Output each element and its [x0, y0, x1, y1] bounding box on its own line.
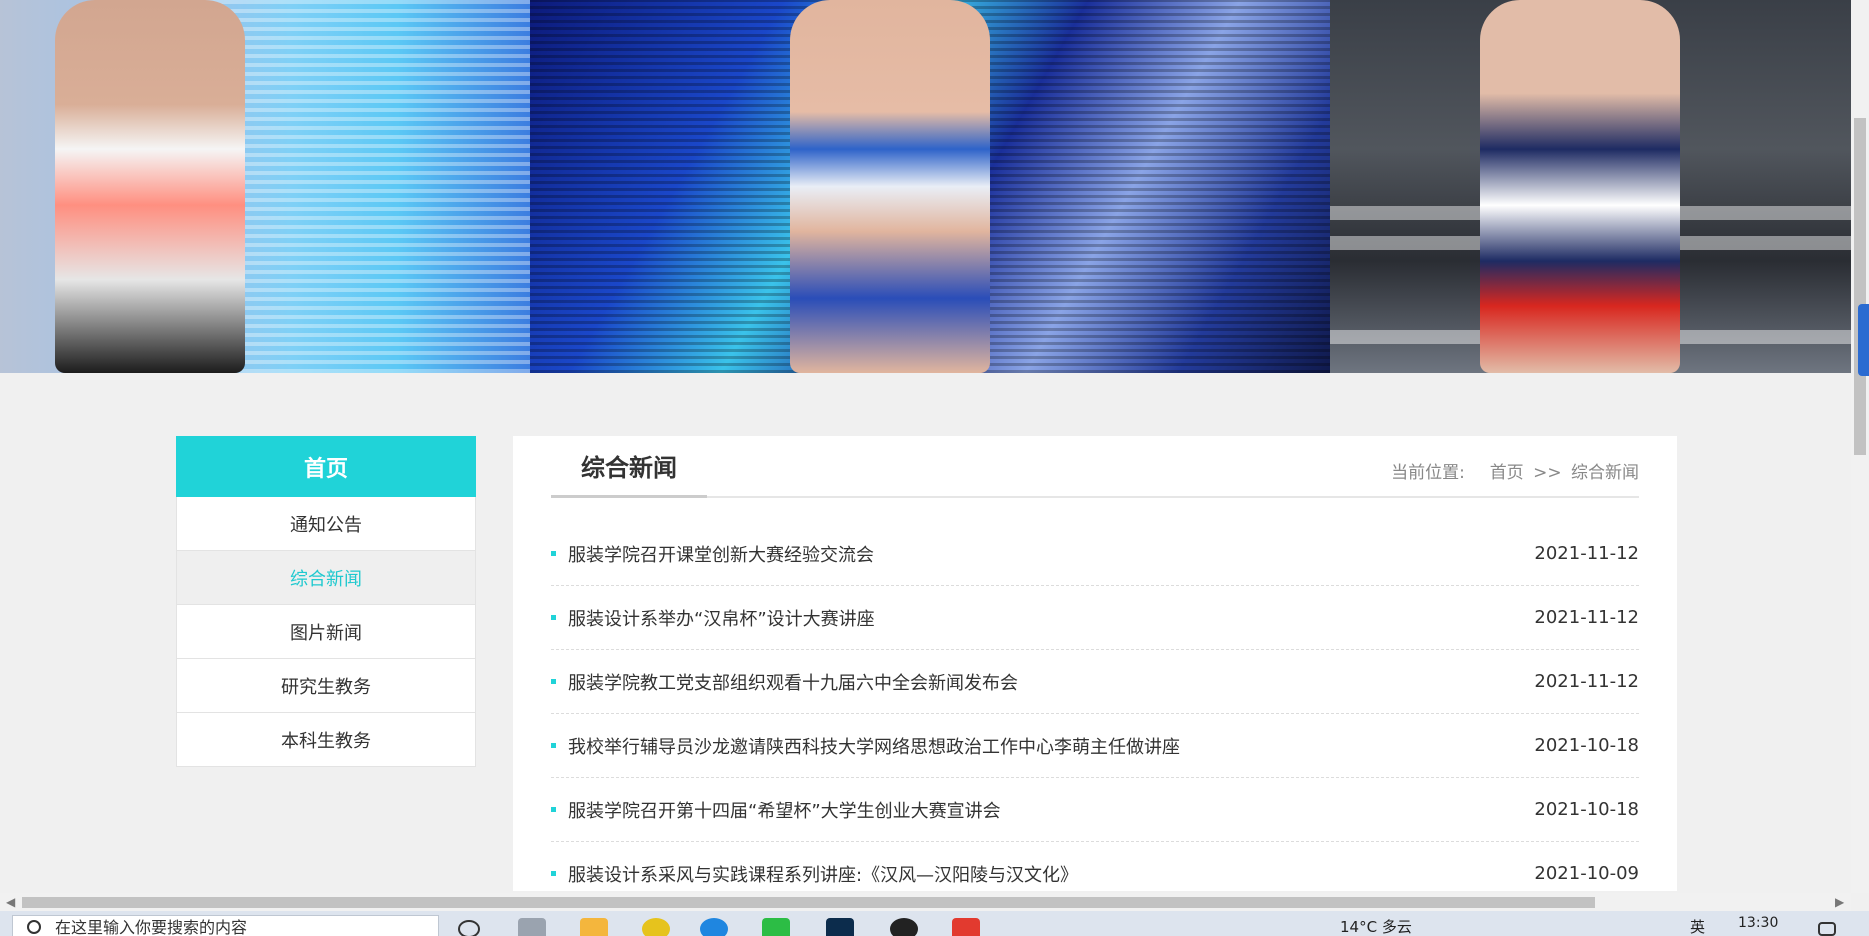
content-header: 综合新闻 当前位置: 首页 >> 综合新闻 — [551, 436, 1639, 498]
notification-icon[interactable] — [1818, 922, 1836, 936]
breadcrumb: 当前位置: 首页 >> 综合新闻 — [1391, 458, 1639, 483]
bullet-icon — [551, 871, 556, 876]
clock-time[interactable]: 13:30 — [1738, 915, 1778, 931]
sidebar-item-notices[interactable]: 通知公告 — [176, 497, 476, 551]
news-item[interactable]: 服装学院召开第十四届“希望杯”大学生创业大赛宣讲会 2021-10-18 — [551, 778, 1639, 842]
file-explorer-icon[interactable] — [580, 918, 608, 936]
taskbar-search-placeholder: 在这里输入你要搜索的内容 — [55, 918, 248, 936]
news-item-left: 服装学院召开课堂创新大赛经验交流会 — [551, 541, 874, 567]
sidebar-home-header[interactable]: 首页 — [176, 436, 476, 497]
input-language-indicator[interactable]: 英 — [1690, 916, 1705, 936]
news-date: 2021-10-18 — [1534, 735, 1639, 756]
sidebar-item-photo-news[interactable]: 图片新闻 — [176, 605, 476, 659]
windows-taskbar: 在这里输入你要搜索的内容 14°C 多云 英 13:30 — [0, 911, 1869, 936]
breadcrumb-home-link[interactable]: 首页 — [1490, 463, 1524, 483]
vertical-scrollbar-thumb[interactable] — [1854, 118, 1866, 455]
news-content-panel: 综合新闻 当前位置: 首页 >> 综合新闻 服装学院召开课堂创新大赛经验交流会 … — [513, 436, 1677, 891]
bullet-icon — [551, 679, 556, 684]
news-title-link[interactable]: 我校举行辅导员沙龙邀请陕西科技大学网络思想政治工作中心李萌主任做讲座 — [568, 733, 1180, 759]
banner-model-right — [1480, 0, 1680, 373]
side-widget-tab[interactable] — [1858, 304, 1869, 376]
horizontal-scrollbar[interactable]: ◀ ▶ — [0, 893, 1851, 911]
horizontal-scrollbar-thumb[interactable] — [22, 897, 1595, 908]
news-date: 2021-11-12 — [1534, 607, 1639, 628]
news-item-left: 服装学院教工党支部组织观看十九届六中全会新闻发布会 — [551, 669, 1018, 695]
news-title-link[interactable]: 服装学院召开第十四届“希望杯”大学生创业大赛宣讲会 — [568, 797, 1001, 823]
browser-app-icon[interactable] — [642, 918, 670, 936]
news-list: 服装学院召开课堂创新大赛经验交流会 2021-11-12 服装设计系举办“汉帛杯… — [551, 522, 1639, 891]
task-view-icon[interactable] — [518, 918, 546, 936]
scroll-left-arrow-icon[interactable]: ◀ — [6, 895, 15, 909]
bullet-icon — [551, 615, 556, 620]
sidebar-nav: 首页 通知公告 综合新闻 图片新闻 研究生教务 本科生教务 — [176, 436, 476, 767]
edge-browser-icon[interactable] — [700, 918, 728, 936]
taskbar-search-box[interactable]: 在这里输入你要搜索的内容 — [12, 915, 439, 936]
news-title-link[interactable]: 服装学院召开课堂创新大赛经验交流会 — [568, 541, 874, 567]
news-item[interactable]: 服装设计系采风与实践课程系列讲座:《汉风—汉阳陵与汉文化》 2021-10-09 — [551, 842, 1639, 891]
page-title: 综合新闻 — [551, 436, 707, 498]
bullet-icon — [551, 743, 556, 748]
banner-model-left — [55, 0, 245, 373]
banner-model-center — [790, 0, 990, 373]
wechat-icon[interactable] — [762, 918, 790, 936]
news-date: 2021-10-09 — [1534, 863, 1639, 884]
weather-widget[interactable]: 14°C 多云 — [1340, 916, 1412, 936]
news-date: 2021-10-18 — [1534, 799, 1639, 820]
banner-panel-left — [0, 0, 530, 373]
wps-icon[interactable] — [952, 918, 980, 936]
news-item[interactable]: 服装学院召开课堂创新大赛经验交流会 2021-11-12 — [551, 522, 1639, 586]
breadcrumb-prefix: 当前位置: — [1391, 463, 1465, 483]
news-title-link[interactable]: 服装学院教工党支部组织观看十九届六中全会新闻发布会 — [568, 669, 1018, 695]
sidebar-item-general-news[interactable]: 综合新闻 — [176, 551, 476, 605]
news-date: 2021-11-12 — [1534, 671, 1639, 692]
sidebar-item-undergraduate-affairs[interactable]: 本科生教务 — [176, 713, 476, 767]
news-item-left: 服装学院召开第十四届“希望杯”大学生创业大赛宣讲会 — [551, 797, 1001, 823]
news-item[interactable]: 服装设计系举办“汉帛杯”设计大赛讲座 2021-11-12 — [551, 586, 1639, 650]
breadcrumb-separator: >> — [1533, 463, 1562, 483]
news-date: 2021-11-12 — [1534, 543, 1639, 564]
news-title-link[interactable]: 服装设计系采风与实践课程系列讲座:《汉风—汉阳陵与汉文化》 — [568, 861, 1078, 887]
vertical-scrollbar[interactable] — [1851, 0, 1869, 893]
news-item[interactable]: 服装学院教工党支部组织观看十九届六中全会新闻发布会 2021-11-12 — [551, 650, 1639, 714]
sidebar-item-graduate-affairs[interactable]: 研究生教务 — [176, 659, 476, 713]
scroll-right-arrow-icon[interactable]: ▶ — [1835, 895, 1844, 909]
bullet-icon — [551, 551, 556, 556]
breadcrumb-current[interactable]: 综合新闻 — [1571, 463, 1639, 483]
cortana-icon[interactable] — [458, 920, 480, 936]
hero-banner — [0, 0, 1851, 373]
photoshop-icon[interactable] — [826, 918, 854, 936]
news-item-left: 服装设计系采风与实践课程系列讲座:《汉风—汉阳陵与汉文化》 — [551, 861, 1078, 887]
bullet-icon — [551, 807, 556, 812]
qq-icon[interactable] — [890, 918, 918, 936]
news-item-left: 我校举行辅导员沙龙邀请陕西科技大学网络思想政治工作中心李萌主任做讲座 — [551, 733, 1180, 759]
search-icon — [27, 920, 41, 934]
news-item[interactable]: 我校举行辅导员沙龙邀请陕西科技大学网络思想政治工作中心李萌主任做讲座 2021-… — [551, 714, 1639, 778]
news-item-left: 服装设计系举办“汉帛杯”设计大赛讲座 — [551, 605, 875, 631]
news-title-link[interactable]: 服装设计系举办“汉帛杯”设计大赛讲座 — [568, 605, 875, 631]
